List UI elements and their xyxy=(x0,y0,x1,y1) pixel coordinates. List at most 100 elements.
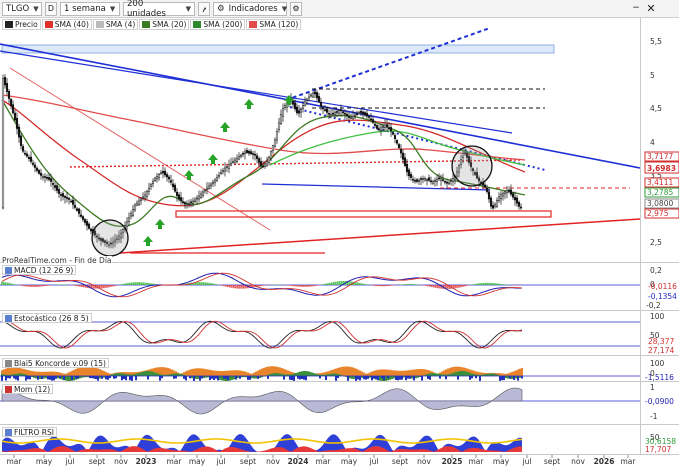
blai5-bar xyxy=(267,376,269,379)
blai5-bar xyxy=(347,366,349,376)
blai5-bar xyxy=(147,371,149,376)
macd-bar xyxy=(491,282,493,285)
price-tick: 4,5 xyxy=(650,104,662,113)
candle-body xyxy=(403,157,407,166)
candle-body xyxy=(425,179,429,181)
blai5-bar xyxy=(207,369,209,376)
macd-bar xyxy=(295,285,297,287)
macd-bar xyxy=(325,283,327,285)
candle-body xyxy=(61,193,65,197)
candle-body xyxy=(157,174,161,179)
blai5-bar xyxy=(37,371,39,376)
blai5-bar xyxy=(53,376,55,381)
sma40-line xyxy=(1,99,526,207)
macd-bar xyxy=(23,285,25,287)
candle-body xyxy=(391,132,395,135)
candle-body xyxy=(347,116,351,118)
chart-canvas[interactable]: 5,5 5 4,5 4 3,5 3 2,5 3,7177 3,6983 3,41… xyxy=(0,0,679,467)
candle-body xyxy=(269,151,273,159)
blai5-bar xyxy=(185,376,187,381)
blai5-bar xyxy=(335,376,337,381)
macd-bar xyxy=(457,285,459,288)
macd-bar xyxy=(105,285,107,288)
candle-body xyxy=(177,194,181,200)
sma120-line xyxy=(1,94,526,161)
macd-bar xyxy=(147,282,149,285)
candle-body xyxy=(173,184,177,192)
blai5-title[interactable]: Blai5 Koncorde v.09 (15) xyxy=(2,358,109,368)
candle-body xyxy=(291,100,295,105)
candle-body xyxy=(273,139,277,147)
candle-body xyxy=(163,170,167,176)
blai5-bar xyxy=(371,376,373,381)
candle-body xyxy=(59,194,63,196)
blai5-bar xyxy=(263,367,265,376)
macd-bar xyxy=(381,285,383,287)
macd-bar xyxy=(493,283,495,285)
macd-bar xyxy=(377,285,379,287)
blai5-bar xyxy=(297,376,299,379)
blai5-bar xyxy=(39,376,41,379)
candle-body xyxy=(357,112,361,114)
macd-bar xyxy=(333,281,335,285)
candle-body xyxy=(41,176,45,178)
blai5-bar xyxy=(349,366,351,376)
blai5-bar xyxy=(141,371,143,376)
blai5-bar xyxy=(195,368,197,376)
blai5-bar xyxy=(431,373,433,376)
blai5-bar xyxy=(41,371,43,376)
candle-body xyxy=(439,178,443,181)
blai5-bar xyxy=(51,371,53,376)
blai5-bar xyxy=(267,366,269,376)
blai5-bar xyxy=(397,376,399,381)
candle-body xyxy=(283,105,287,108)
candle-body xyxy=(211,181,215,184)
blai5-bar xyxy=(305,371,307,376)
price-tag: 2,975 xyxy=(647,209,669,218)
blai5-bar xyxy=(51,376,53,381)
blai5-bar xyxy=(289,376,291,380)
blai5-bar xyxy=(209,369,211,376)
candle-body xyxy=(7,91,11,99)
candle-body xyxy=(149,184,153,187)
blai5-bar xyxy=(243,371,245,376)
candle-body xyxy=(267,156,271,163)
indicator-icon xyxy=(5,385,12,393)
blai5-bar xyxy=(247,376,249,380)
macd-bar xyxy=(487,282,489,285)
macd-bar xyxy=(465,285,467,287)
macd-bar xyxy=(149,283,151,285)
time-tick: jul xyxy=(369,457,379,466)
candle-body xyxy=(313,91,317,95)
blai5-bar xyxy=(101,370,103,376)
macd-bar xyxy=(21,285,23,286)
candle-body xyxy=(201,191,205,196)
candle-body xyxy=(483,184,487,188)
highlight-circle xyxy=(451,145,493,187)
rsi-title[interactable]: FILTRO RSI xyxy=(2,427,57,437)
mom-title[interactable]: Mom (12) xyxy=(2,384,54,394)
time-tick: mar xyxy=(621,457,637,466)
candle-body xyxy=(275,131,279,141)
blai5-bar xyxy=(305,376,307,381)
candle-body xyxy=(29,156,33,162)
macd-tick: 0,2 xyxy=(650,266,662,275)
candle-body xyxy=(417,180,421,182)
candle-body xyxy=(437,177,441,180)
macd-bar xyxy=(297,285,299,287)
blai5-bar xyxy=(227,370,229,376)
candle-body xyxy=(143,194,147,199)
macd-bar xyxy=(213,283,215,285)
blai5-bar xyxy=(193,368,195,376)
candle-body xyxy=(3,77,7,86)
highlight-circle xyxy=(91,219,129,257)
blai5-bar xyxy=(297,372,299,376)
blai5-bar xyxy=(465,371,467,376)
candle-body xyxy=(409,174,413,178)
macd-title[interactable]: MACD (12 26 9) xyxy=(2,265,77,275)
stoch-title[interactable]: Estocástico (26 8 5) xyxy=(2,313,92,323)
blai5-bar xyxy=(61,373,63,376)
macd-bar xyxy=(383,285,385,287)
macd-bar xyxy=(427,285,429,287)
buy-arrow-icon xyxy=(244,99,254,109)
